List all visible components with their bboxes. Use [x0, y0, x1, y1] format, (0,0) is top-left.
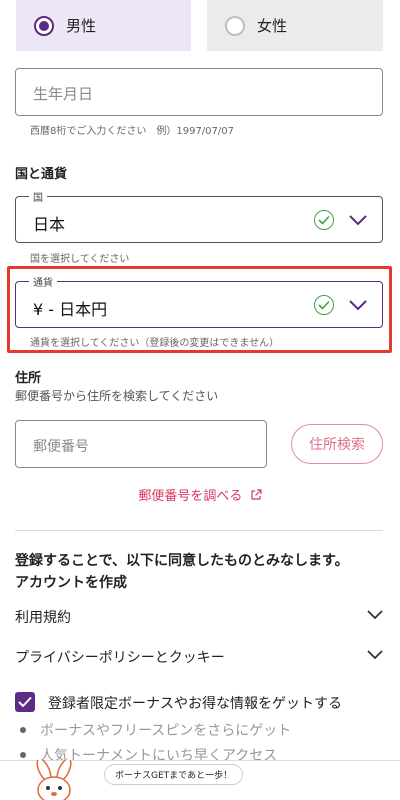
- chevron-down-icon: [349, 300, 367, 311]
- zip-lookup-link[interactable]: 郵便番号を調べる: [0, 485, 400, 504]
- country-hint: 国を選択してください: [30, 254, 130, 265]
- radio-selected-icon: [34, 15, 54, 36]
- checkmark-icon: [18, 696, 32, 708]
- birthdate-hint: 西暦8桁でご入力ください 例）1997/07/07: [30, 126, 234, 137]
- gender-female-label: 女性: [257, 17, 288, 35]
- zip-placeholder: 郵便番号: [33, 439, 89, 455]
- address-subtitle: 郵便番号から住所を検索してください: [15, 389, 219, 403]
- agreement-line-1: 登録することで、以下に同意したものとみなします。: [15, 553, 349, 569]
- country-currency-title: 国と通貨: [15, 167, 68, 182]
- newsletter-checkbox[interactable]: [15, 692, 35, 712]
- currency-value: ¥ - 日本円: [33, 300, 108, 319]
- privacy-accordion[interactable]: プライバシーポリシーとクッキー: [15, 647, 383, 667]
- external-link-icon: [250, 489, 262, 500]
- gender-male-label: 男性: [66, 17, 97, 35]
- privacy-label: プライバシーポリシーとクッキー: [15, 650, 225, 666]
- chevron-down-icon: [367, 610, 383, 620]
- bullet-icon: [20, 727, 26, 733]
- address-search-button[interactable]: 住所検索: [291, 424, 383, 464]
- currency-legend: 通貨: [29, 274, 57, 289]
- birthdate-placeholder: 生年月日: [33, 85, 94, 103]
- country-value: 日本: [33, 215, 66, 234]
- currency-hint: 通貨を選択してください（登録後の変更はできません）: [30, 338, 280, 349]
- country-select[interactable]: 国 日本: [15, 189, 383, 243]
- zip-lookup-label: 郵便番号を調べる: [138, 489, 243, 504]
- agreement-text: 登録することで、以下に同意したものとみなします。 アカウントを作成: [15, 550, 349, 594]
- currency-select[interactable]: 通貨 ¥ - 日本円: [15, 274, 383, 328]
- benefit-item-1: ボーナスやフリースピンをさらにゲット: [40, 723, 292, 739]
- chevron-down-icon: [349, 215, 367, 226]
- check-circle-icon: [314, 210, 334, 230]
- country-legend: 国: [29, 189, 47, 204]
- birthdate-input[interactable]: 生年月日: [15, 68, 383, 116]
- newsletter-label: 登録者限定ボーナスやお得な情報をゲットする: [48, 696, 342, 712]
- bonus-bubble: ボーナスGETまであと一歩！: [104, 764, 244, 785]
- rabbit-mascot-icon: [36, 760, 72, 800]
- zip-input[interactable]: 郵便番号: [15, 420, 267, 468]
- bullet-icon: [20, 752, 26, 758]
- chevron-down-icon: [367, 650, 383, 660]
- check-circle-icon: [314, 295, 334, 315]
- agreement-line-2: アカウントを作成: [15, 575, 127, 591]
- section-divider: [15, 530, 383, 531]
- radio-unselected-icon: [225, 15, 245, 36]
- address-search-label: 住所検索: [309, 437, 365, 453]
- terms-accordion[interactable]: 利用規約: [15, 607, 383, 627]
- gender-option-male[interactable]: 男性: [16, 0, 191, 51]
- address-title: 住所: [15, 371, 42, 386]
- terms-label: 利用規約: [15, 610, 71, 626]
- gender-option-female[interactable]: 女性: [207, 0, 383, 51]
